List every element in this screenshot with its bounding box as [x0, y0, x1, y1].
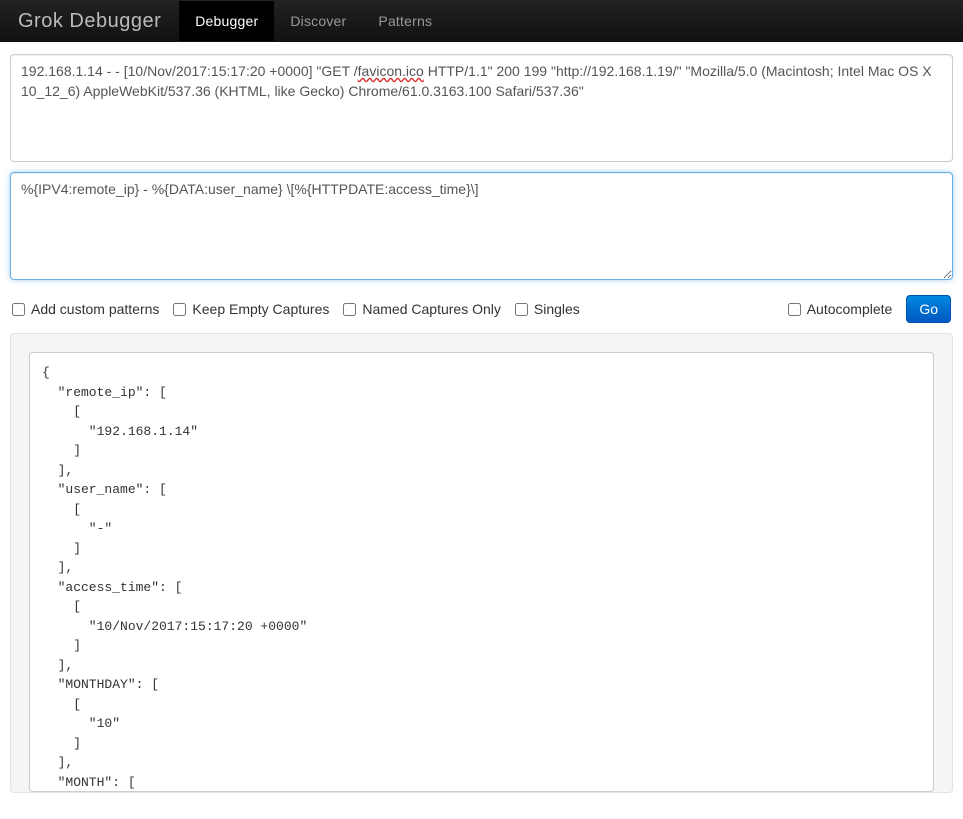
checkbox-label: Singles [534, 301, 580, 317]
nav-tab-discover[interactable]: Discover [274, 1, 362, 41]
checkbox-input-named-captures-only[interactable] [343, 303, 356, 316]
checkbox-singles[interactable]: Singles [515, 301, 580, 317]
nav-tab-debugger[interactable]: Debugger [179, 1, 274, 41]
checkbox-input-add-custom-patterns[interactable] [12, 303, 25, 316]
options-right: Autocomplete Go [788, 295, 951, 323]
checkbox-input-autocomplete[interactable] [788, 303, 801, 316]
checkbox-add-custom-patterns[interactable]: Add custom patterns [12, 301, 159, 317]
checkbox-label: Named Captures Only [362, 301, 501, 317]
checkbox-keep-empty-captures[interactable]: Keep Empty Captures [173, 301, 329, 317]
output-panel: { "remote_ip": [ [ "192.168.1.14" ] ], "… [10, 333, 953, 793]
log-text-misspell: favicon.ico [358, 63, 424, 79]
nav-tab-patterns[interactable]: Patterns [362, 1, 448, 41]
navbar: Grok Debugger Debugger Discover Patterns [0, 0, 963, 42]
options-row: Add custom patterns Keep Empty Captures … [10, 293, 953, 333]
output-json: { "remote_ip": [ [ "192.168.1.14" ] ], "… [29, 352, 934, 792]
app-brand: Grok Debugger [18, 10, 161, 33]
go-button[interactable]: Go [906, 295, 951, 323]
checkbox-named-captures-only[interactable]: Named Captures Only [343, 301, 501, 317]
checkbox-autocomplete[interactable]: Autocomplete [788, 301, 893, 317]
checkbox-label: Add custom patterns [31, 301, 159, 317]
log-input[interactable]: 192.168.1.14 - - [10/Nov/2017:15:17:20 +… [10, 54, 953, 162]
checkbox-input-keep-empty-captures[interactable] [173, 303, 186, 316]
nav-tabs: Debugger Discover Patterns [179, 1, 448, 41]
pattern-input[interactable] [10, 172, 953, 280]
main-container: 192.168.1.14 - - [10/Nov/2017:15:17:20 +… [0, 42, 963, 793]
options-left: Add custom patterns Keep Empty Captures … [12, 301, 580, 317]
checkbox-label: Keep Empty Captures [192, 301, 329, 317]
log-text-prefix: 192.168.1.14 - - [10/Nov/2017:15:17:20 +… [21, 63, 358, 79]
checkbox-input-singles[interactable] [515, 303, 528, 316]
checkbox-label: Autocomplete [807, 301, 893, 317]
